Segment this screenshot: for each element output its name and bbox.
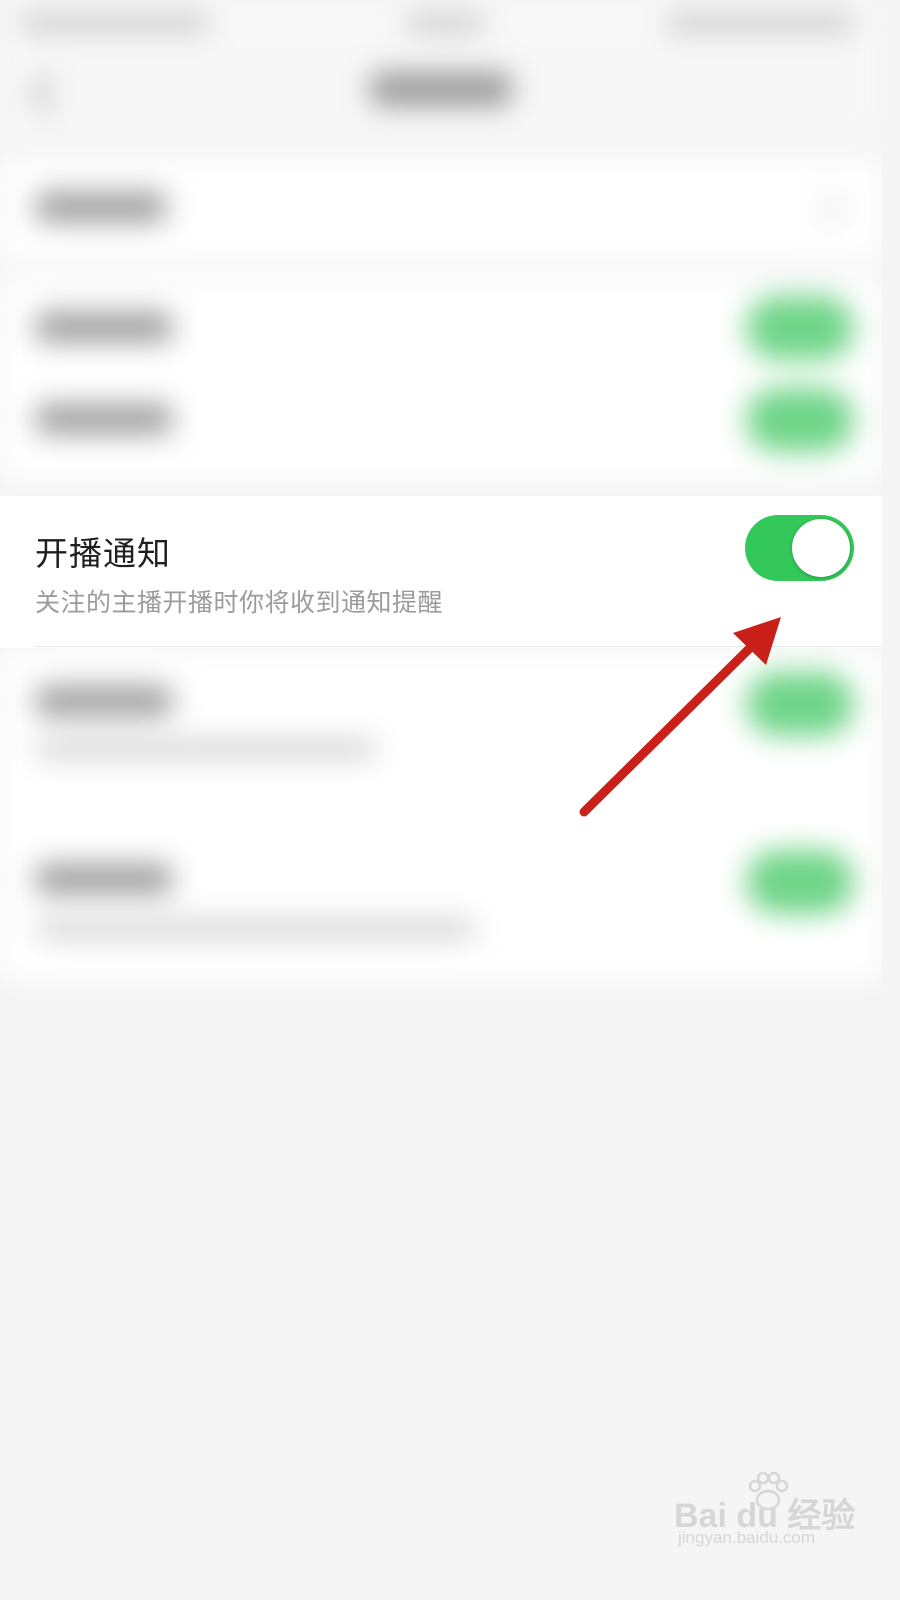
- paw-icon: [748, 1472, 789, 1511]
- blurred-background: [0, 0, 882, 1568]
- row-divider: [35, 646, 882, 647]
- live-notification-title: 开播通知: [35, 534, 171, 573]
- status-bar: [0, 0, 882, 50]
- baidu-watermark: Bai du 经验 jingyan.baidu.com: [668, 1468, 868, 1558]
- page-title: [370, 72, 512, 106]
- live-notification-description: 关注的主播开播时你将收到通知提醒: [35, 588, 444, 617]
- watermark-url: jingyan.baidu.com: [678, 1528, 816, 1547]
- toggle-knob: [792, 519, 850, 577]
- live-notification-toggle[interactable]: [745, 515, 854, 581]
- settings-group-2: [0, 280, 882, 480]
- settings-screen: 开播通知 关注的主播开播时你将收到通知提醒 Bai du 经验 jingyan.…: [0, 0, 882, 1568]
